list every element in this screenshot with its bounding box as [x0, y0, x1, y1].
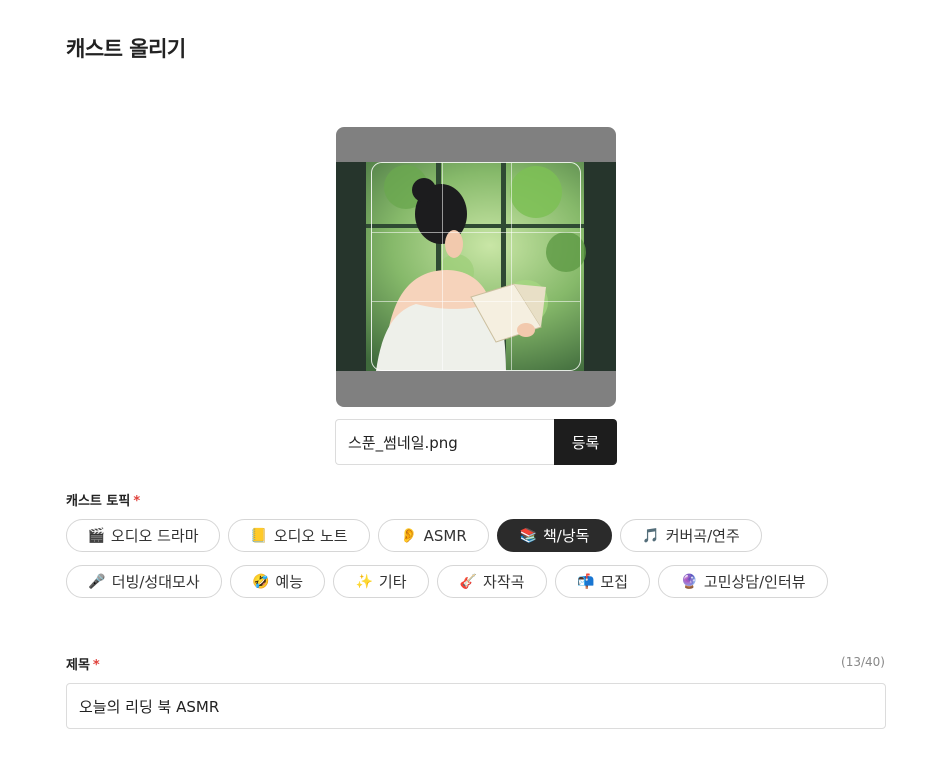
chip-label: 커버곡/연주 — [665, 527, 740, 545]
thumbnail-cropper[interactable] — [336, 127, 616, 407]
notebook-icon: 📒 — [250, 527, 268, 544]
topic-chip-original-song[interactable]: 🎸 자작곡 — [437, 565, 547, 598]
ear-icon: 👂 — [400, 527, 418, 544]
crystal-ball-icon: 🔮 — [680, 573, 698, 590]
topic-chip-dubbing-impression[interactable]: 🎤 더빙/성대모사 — [66, 565, 222, 598]
topic-label: 캐스트 토픽 — [66, 494, 131, 509]
topic-chip-book-reading[interactable]: 📚 책/낭독 — [497, 519, 612, 552]
topic-chip-asmr[interactable]: 👂 ASMR — [378, 519, 489, 552]
title-label: 제목 — [66, 658, 90, 673]
crop-grid-line — [442, 163, 443, 370]
laughing-face-icon: 🤣 — [251, 573, 270, 590]
topic-chip-cover-performance[interactable]: 🎵 커버곡/연주 — [620, 519, 762, 552]
topic-chip-audio-note[interactable]: 📒 오디오 노트 — [228, 519, 370, 552]
topic-chip-recruit[interactable]: 📬 모집 — [555, 565, 650, 598]
topic-chip-etc[interactable]: ✨ 기타 — [333, 565, 429, 598]
crop-frame[interactable] — [371, 162, 581, 371]
page-title: 캐스트 올리기 — [66, 37, 186, 61]
microphone-icon: 🎤 — [88, 573, 106, 590]
sparkles-icon: ✨ — [355, 573, 373, 590]
thumbnail-file-name-field[interactable] — [335, 419, 554, 465]
thumbnail-image — [336, 162, 616, 371]
topic-label-row: 캐스트 토픽 * — [66, 490, 140, 509]
chip-label: 오디오 노트 — [273, 527, 348, 545]
crop-grid-line — [372, 232, 580, 233]
crop-grid-line — [372, 301, 580, 302]
topic-chip-entertainment[interactable]: 🤣 예능 — [230, 565, 325, 598]
topic-chip-counseling-interview[interactable]: 🔮 고민상담/인터뷰 — [658, 565, 828, 598]
required-mark: * — [133, 494, 141, 509]
chip-label: 책/낭독 — [542, 527, 590, 545]
title-input[interactable] — [66, 683, 886, 729]
title-label-row: 제목 * — [66, 654, 100, 673]
chip-label: 오디오 드라마 — [110, 527, 199, 545]
chip-label: ASMR — [423, 526, 467, 545]
title-char-counter: (13/40) — [841, 655, 885, 669]
thumbnail-file-row: 등록 — [335, 419, 617, 465]
chip-label: 고민상담/인터뷰 — [703, 573, 806, 591]
music-note-icon: 🎵 — [642, 527, 660, 544]
chip-label: 더빙/성대모사 — [111, 573, 200, 591]
topic-chip-audio-drama[interactable]: 🎬 오디오 드라마 — [66, 519, 220, 552]
crop-grid-line — [511, 163, 512, 370]
chip-label: 기타 — [378, 573, 407, 591]
required-mark: * — [92, 658, 100, 673]
books-icon: 📚 — [519, 527, 537, 544]
chip-label: 예능 — [275, 573, 304, 591]
chip-label: 자작곡 — [483, 573, 525, 591]
clapper-board-icon: 🎬 — [87, 527, 105, 544]
guitar-icon: 🎸 — [459, 573, 478, 590]
thumbnail-register-button[interactable]: 등록 — [554, 419, 617, 465]
chip-label: 모집 — [600, 573, 629, 591]
mailbox-icon: 📬 — [576, 573, 595, 590]
